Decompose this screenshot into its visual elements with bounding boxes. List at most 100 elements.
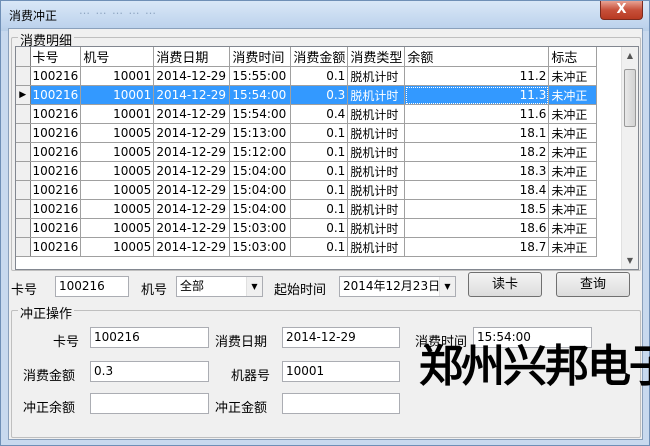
- rev-balance-label: 冲正余额: [23, 401, 76, 416]
- cell-flag: 未冲正: [548, 123, 598, 143]
- cell-machine: 10005: [80, 142, 155, 162]
- detail-group: 消费明细 卡号 机号 消费日期 消费时间 消费金额 消费类型 余额 标志 100…: [11, 30, 641, 271]
- cell-date: 2014-12-29: [153, 142, 231, 162]
- row-indicator: [16, 199, 31, 219]
- col-header-type[interactable]: 消费类型: [347, 47, 406, 67]
- query-button[interactable]: 查询: [556, 272, 630, 297]
- cell-type: 脱机计时: [347, 180, 406, 200]
- cell-flag: 未冲正: [548, 180, 598, 200]
- col-header-card[interactable]: 卡号: [30, 47, 82, 67]
- cell-machine: 10005: [80, 161, 155, 181]
- scroll-down-icon[interactable]: ▼: [622, 252, 638, 269]
- cell-date: 2014-12-29: [153, 180, 231, 200]
- cell-balance: 18.6: [404, 218, 550, 238]
- detail-grid[interactable]: 卡号 机号 消费日期 消费时间 消费金额 消费类型 余额 标志 100216 10…: [15, 46, 639, 270]
- cell-time: 15:04:00: [229, 161, 292, 181]
- cell-amount: 0.3: [290, 85, 349, 105]
- cell-flag: 未冲正: [548, 218, 598, 238]
- chevron-down-icon[interactable]: ▼: [246, 277, 262, 296]
- cell-card: 100216: [30, 142, 82, 162]
- cell-date: 2014-12-29: [153, 85, 231, 105]
- cell-machine: 10005: [80, 199, 155, 219]
- cell-card: 100216: [30, 85, 82, 105]
- table-row[interactable]: 100216 10005 2014-12-29 15:04:00 0.1 脱机计时 18.5…: [16, 199, 598, 219]
- watermark-logo: 郑州兴邦电子: [419, 341, 650, 392]
- cell-amount: 0.1: [290, 237, 349, 257]
- query-card-input[interactable]: 100216: [55, 276, 129, 297]
- cell-card: 100216: [30, 237, 82, 257]
- row-indicator: [16, 161, 31, 181]
- rev-amount-input-label: 冲正金额: [215, 401, 268, 416]
- rev-date-field[interactable]: 2014-12-29: [282, 327, 400, 348]
- start-time-label: 起始时间: [274, 283, 327, 298]
- cell-time: 15:04:00: [229, 180, 292, 200]
- cell-date: 2014-12-29: [153, 218, 231, 238]
- scroll-up-icon[interactable]: ▲: [622, 47, 638, 64]
- row-indicator: [16, 123, 31, 143]
- cell-machine: 10001: [80, 85, 155, 105]
- grid-corner: [16, 47, 31, 67]
- cell-flag: 未冲正: [548, 142, 598, 162]
- query-card-label: 卡号: [11, 283, 38, 298]
- cell-amount: 0.1: [290, 180, 349, 200]
- cell-time: 15:13:00: [229, 123, 292, 143]
- table-row[interactable]: 100216 10005 2014-12-29 15:04:00 0.1 脱机计时 18.3…: [16, 161, 598, 181]
- table-row[interactable]: 100216 10001 2014-12-29 15:54:00 0.4 脱机计时 11.6…: [16, 104, 598, 124]
- table-row[interactable]: 100216 10005 2014-12-29 15:03:00 0.1 脱机计时 18.6…: [16, 218, 598, 238]
- cell-type: 脱机计时: [347, 199, 406, 219]
- col-header-machine[interactable]: 机号: [80, 47, 155, 67]
- row-indicator: [16, 142, 31, 162]
- cell-flag: 未冲正: [548, 199, 598, 219]
- cell-date: 2014-12-29: [153, 199, 231, 219]
- rev-amount-input[interactable]: [282, 393, 400, 414]
- rev-balance-input[interactable]: [90, 393, 209, 414]
- cell-card: 100216: [30, 180, 82, 200]
- table-row[interactable]: 100216 10005 2014-12-29 15:13:00 0.1 脱机计时 18.1…: [16, 123, 598, 143]
- cell-time: 15:54:00: [229, 104, 292, 124]
- cell-date: 2014-12-29: [153, 123, 231, 143]
- cell-balance: 18.4: [404, 180, 550, 200]
- start-date-picker[interactable]: 2014年12月23日 ▼: [339, 276, 456, 297]
- table-row[interactable]: 100216 10005 2014-12-29 15:04:00 0.1 脱机计时 18.4…: [16, 180, 598, 200]
- cell-machine: 10005: [80, 180, 155, 200]
- title-bar[interactable]: 消费冲正 … … … … … X: [1, 1, 649, 28]
- close-button[interactable]: X: [600, 1, 643, 20]
- read-card-button[interactable]: 读卡: [468, 272, 542, 297]
- query-machine-label: 机号: [141, 283, 168, 298]
- grid-body: 100216 10001 2014-12-29 15:55:00 0.1 脱机计时 11.2…: [16, 66, 598, 257]
- rev-card-field[interactable]: 100216: [90, 327, 209, 348]
- rev-machine-label: 机器号: [231, 369, 271, 384]
- table-row[interactable]: 100216 10001 2014-12-29 15:55:00 0.1 脱机计时 11.2…: [16, 66, 598, 86]
- cell-flag: 未冲正: [548, 104, 598, 124]
- grid-header-row: 卡号 机号 消费日期 消费时间 消费金额 消费类型 余额 标志: [16, 47, 598, 67]
- rev-amount-field[interactable]: 0.3: [90, 361, 209, 382]
- rev-date-label: 消费日期: [215, 335, 268, 350]
- cell-machine: 10001: [80, 104, 155, 124]
- cell-time: 15:03:00: [229, 218, 292, 238]
- detail-table: 卡号 机号 消费日期 消费时间 消费金额 消费类型 余额 标志 100216 10…: [16, 47, 598, 257]
- ghost-menu-text: … … … … …: [79, 4, 157, 17]
- cell-type: 脱机计时: [347, 104, 406, 124]
- rev-card-label: 卡号: [53, 335, 80, 350]
- col-header-date[interactable]: 消费日期: [153, 47, 231, 67]
- row-indicator: ▶: [16, 85, 31, 105]
- machine-select[interactable]: 全部 ▼: [176, 276, 263, 297]
- table-row[interactable]: ▶ 100216 10001 2014-12-29 15:54:00 0.3 脱机计时 11.…: [16, 85, 598, 105]
- cell-type: 脱机计时: [347, 218, 406, 238]
- scroll-thumb[interactable]: [624, 69, 636, 127]
- grid-vertical-scrollbar[interactable]: ▲ ▼: [621, 47, 638, 269]
- col-header-amount[interactable]: 消费金额: [290, 47, 349, 67]
- cell-date: 2014-12-29: [153, 66, 231, 86]
- cell-balance: 18.2: [404, 142, 550, 162]
- row-indicator: [16, 180, 31, 200]
- rev-machine-field[interactable]: 10001: [282, 361, 400, 382]
- cell-card: 100216: [30, 66, 82, 86]
- cell-amount: 0.1: [290, 218, 349, 238]
- col-header-balance[interactable]: 余额: [404, 47, 550, 67]
- table-row[interactable]: 100216 10005 2014-12-29 15:12:00 0.1 脱机计时 18.2…: [16, 142, 598, 162]
- cell-type: 脱机计时: [347, 123, 406, 143]
- col-header-flag[interactable]: 标志: [548, 47, 598, 67]
- col-header-time[interactable]: 消费时间: [229, 47, 292, 67]
- table-row[interactable]: 100216 10005 2014-12-29 15:03:00 0.1 脱机计时 18.7…: [16, 237, 598, 257]
- date-dropdown-icon[interactable]: ▼: [439, 277, 455, 296]
